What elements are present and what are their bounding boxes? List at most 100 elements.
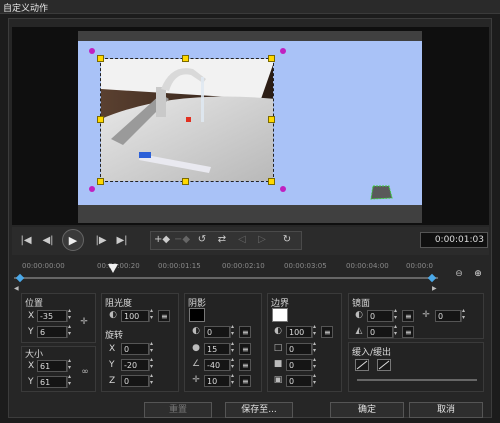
shadow-blur-spinner[interactable] <box>230 340 236 355</box>
scroll-left-icon[interactable]: ◀ <box>14 285 19 292</box>
border-opacity-spinner[interactable] <box>312 323 318 338</box>
resize-handle-br[interactable] <box>268 178 275 185</box>
position-x-field[interactable]: -35 <box>37 310 67 322</box>
border-opacity-field[interactable]: 100 <box>286 326 312 338</box>
overlay-image[interactable] <box>100 58 274 182</box>
rotation-y-spinner[interactable] <box>149 356 155 371</box>
border-opacity-dropdown[interactable]: ≡ <box>321 326 333 338</box>
go-end-button[interactable]: ▶| <box>113 232 131 250</box>
scroll-right-icon[interactable]: ▶ <box>432 285 437 292</box>
shadow-angle-dropdown[interactable]: ≡ <box>239 359 251 371</box>
rotation-z-spinner[interactable] <box>149 372 155 387</box>
zoom-out-icon[interactable]: ⊖ <box>453 269 465 279</box>
size-y-field[interactable]: 61 <box>37 376 67 388</box>
border-width-field[interactable]: 0 <box>286 343 312 355</box>
shadow-distance-field[interactable]: 10 <box>204 375 230 387</box>
border-width-spinner[interactable] <box>312 340 318 355</box>
timeline-track[interactable] <box>14 277 438 279</box>
resize-handle-b[interactable] <box>182 178 189 185</box>
rotation-label: 旋转 <box>105 331 124 341</box>
rotation-x-spinner[interactable] <box>149 340 155 355</box>
shadow-angle-field[interactable]: -40 <box>204 359 230 371</box>
border-soft-spinner[interactable] <box>312 356 318 371</box>
border-color-swatch[interactable] <box>272 308 288 322</box>
mirror-b-field[interactable]: 0 <box>367 326 393 338</box>
shadow-preview-shape[interactable] <box>369 184 393 202</box>
play-button[interactable]: ▶ <box>62 229 84 251</box>
shadow-distance-spinner[interactable] <box>230 372 236 387</box>
remove-keyframe-icon[interactable]: −◆ <box>173 231 191 249</box>
rotate-handle-tl[interactable] <box>89 48 95 54</box>
rotation-y-field[interactable]: -20 <box>121 359 149 371</box>
timeline-tick: 00:00:0 <box>406 262 433 270</box>
move-left-icon[interactable]: ◁ <box>233 231 251 249</box>
rotate-handle-br[interactable] <box>280 186 286 192</box>
opacity-dropdown[interactable]: ≡ <box>158 310 170 322</box>
shadow-opacity-dropdown[interactable]: ≡ <box>239 326 251 338</box>
rotate-handle-bl[interactable] <box>89 186 95 192</box>
next-frame-button[interactable]: |▶ <box>92 232 110 250</box>
swap-icon[interactable]: ⇄ <box>213 231 231 249</box>
add-keyframe-icon[interactable]: +◆ <box>153 231 171 249</box>
reverse-icon[interactable]: ↺ <box>193 231 211 249</box>
opacity-icon: ◐ <box>109 310 117 320</box>
zoom-in-icon[interactable]: ⊕ <box>472 269 484 279</box>
opacity-field[interactable]: 100 <box>121 310 149 322</box>
size-x-label: X <box>28 361 35 371</box>
resize-handle-t[interactable] <box>182 55 189 62</box>
mirror-a-field[interactable]: 0 <box>367 310 393 322</box>
size-x-field[interactable]: 61 <box>37 360 67 372</box>
save-as-button[interactable]: 保存至... <box>225 402 293 418</box>
move-right-icon[interactable]: ▷ <box>253 231 271 249</box>
fade-in-icon[interactable] <box>355 359 369 371</box>
reset-button[interactable]: 重置 <box>144 402 212 418</box>
mirror-opacity-icon: ◐ <box>355 310 363 320</box>
border-soft-field[interactable]: 0 <box>286 359 312 371</box>
mirror-c-spinner[interactable] <box>461 307 467 322</box>
shadow-blur-field[interactable]: 15 <box>204 343 230 355</box>
mirror-a-dropdown[interactable]: ≡ <box>402 310 414 322</box>
resize-handle-tl[interactable] <box>97 55 104 62</box>
size-x-spinner[interactable] <box>67 357 73 372</box>
position-anchor-icon[interactable]: ✛ <box>79 317 89 327</box>
resize-handle-l[interactable] <box>97 116 104 123</box>
position-y-spinner[interactable] <box>67 323 73 338</box>
size-y-spinner[interactable] <box>67 373 73 388</box>
canvas-top-band <box>78 31 422 41</box>
go-start-button[interactable]: |◀ <box>17 232 35 250</box>
fade-slider[interactable] <box>357 379 477 381</box>
shadow-color-swatch[interactable] <box>189 308 205 322</box>
fade-label: 缓入/缓出 <box>352 348 392 358</box>
playhead[interactable] <box>108 264 118 273</box>
opacity-spinner[interactable] <box>149 307 155 322</box>
resize-handle-tr[interactable] <box>268 55 275 62</box>
shadow-angle-spinner[interactable] <box>230 356 236 371</box>
cancel-button[interactable]: 取消 <box>409 402 483 418</box>
border-other-field[interactable]: 0 <box>286 375 312 387</box>
link-icon[interactable]: ∞ <box>80 367 90 377</box>
resize-handle-bl[interactable] <box>97 178 104 185</box>
border-other-spinner[interactable] <box>312 372 318 387</box>
rotation-x-field[interactable]: 0 <box>121 343 149 355</box>
prev-frame-button[interactable]: ◀| <box>39 232 57 250</box>
mirror-a-spinner[interactable] <box>393 307 399 322</box>
rotation-z-field[interactable]: 0 <box>121 375 149 387</box>
rotate-keyframe-icon[interactable]: ↻ <box>278 231 296 249</box>
shadow-opacity-spinner[interactable] <box>230 323 236 338</box>
mirror-b-dropdown[interactable]: ≡ <box>402 326 414 338</box>
position-y-field[interactable]: 6 <box>37 326 67 338</box>
rotate-handle-tr[interactable] <box>280 48 286 54</box>
shadow-opacity-field[interactable]: 0 <box>204 326 230 338</box>
shadow-distance-icon: ✛ <box>192 375 200 385</box>
position-x-label: X <box>28 311 35 321</box>
timecode-display[interactable]: 0:00:01:03 <box>420 232 488 248</box>
shadow-distance-dropdown[interactable]: ≡ <box>239 375 251 387</box>
shadow-blur-dropdown[interactable]: ≡ <box>239 343 251 355</box>
fade-out-icon[interactable] <box>377 359 391 371</box>
position-x-spinner[interactable] <box>67 307 73 322</box>
mirror-b-spinner[interactable] <box>393 323 399 338</box>
resize-handle-r[interactable] <box>268 116 275 123</box>
mirror-c-field[interactable]: 0 <box>435 310 461 322</box>
size-label: 大小 <box>25 350 44 360</box>
ok-button[interactable]: 确定 <box>330 402 404 418</box>
